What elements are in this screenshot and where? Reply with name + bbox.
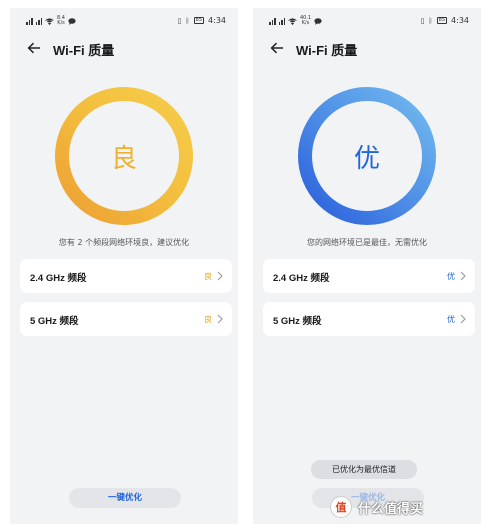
band-row-2g[interactable]: 2.4 GHz 频段 优 [263,259,475,293]
quality-hint: 您的网络环境已是最佳，无需优化 [307,238,427,247]
signal-icon-2 [35,17,42,25]
watermark: 值 什么值得买 [330,494,480,520]
quality-ring: 良 [52,84,196,228]
quality-grade: 优 [353,144,380,174]
band-row-2g[interactable]: 2.4 GHz 频段 良 [20,259,232,293]
band-status: 优 [447,272,455,281]
band-label: 2.4 GHz 频段 [30,273,87,284]
status-bar: 40.1 K/s ▯ ᛒ 85 4:34 [253,8,481,30]
message-icon [68,17,76,25]
status-right: ▯ ᛒ 85 4:34 [421,16,469,25]
network-speed: 40.1 K/s [300,15,312,26]
network-speed: 8.4 K/s [57,15,65,26]
chevron-right-icon [460,314,466,324]
signal-icon [269,17,276,25]
band-status: 良 [204,315,212,324]
bluetooth-icon: ᛒ [428,16,433,25]
quality-ring: 优 [295,84,439,228]
signal-icon-2 [278,17,285,25]
battery-icon: 85 [193,17,205,24]
status-left: 40.1 K/s [269,16,322,26]
screenshot-comparison: 8.4 K/s ▯ ᛒ 85 4:34 Wi-Fi 质量 良 您有 2 个频段网… [0,0,493,532]
quality-grade: 良 [110,144,137,174]
quality-hint: 您有 2 个频段网络环境良，建议优化 [58,238,190,247]
band-label: 5 GHz 频段 [273,316,322,327]
band-status: 良 [204,272,212,281]
vibrate-icon: ▯ [420,16,425,25]
status-time: 4:34 [208,16,226,25]
chevron-right-icon [217,271,223,281]
band-row-5g[interactable]: 5 GHz 频段 良 [20,302,232,336]
band-label: 5 GHz 频段 [30,316,79,327]
watermark-logo: 值 [330,496,352,518]
back-arrow-icon[interactable] [269,40,285,56]
battery-icon: 85 [436,17,448,24]
chevron-right-icon [217,314,223,324]
page-title: Wi-Fi 质量 [53,43,115,58]
bluetooth-icon: ᛒ [185,16,190,25]
title-bar: Wi-Fi 质量 [10,38,238,62]
signal-icon [26,17,33,25]
band-row-5g[interactable]: 5 GHz 频段 优 [263,302,475,336]
phone-screen-excellent: 40.1 K/s ▯ ᛒ 85 4:34 Wi-Fi 质量 优 您的网络环境已是… [253,8,481,524]
wifi-icon [288,17,297,25]
back-arrow-icon[interactable] [26,40,42,56]
optimize-button[interactable]: 一键优化 [69,488,181,508]
page-title: Wi-Fi 质量 [296,43,358,58]
wifi-icon [45,17,54,25]
status-right: ▯ ᛒ 85 4:34 [178,16,226,25]
status-bar: 8.4 K/s ▯ ᛒ 85 4:34 [10,8,238,30]
title-bar: Wi-Fi 质量 [253,38,481,62]
message-icon [314,17,322,25]
band-status: 优 [447,315,455,324]
chevron-right-icon [460,271,466,281]
vibrate-icon: ▯ [177,16,182,25]
status-time: 4:34 [451,16,469,25]
toast-message: 已优化为最优信道 [311,460,417,479]
band-label: 2.4 GHz 频段 [273,273,330,284]
status-left: 8.4 K/s [26,16,76,26]
watermark-text: 什么值得买 [358,502,424,517]
phone-screen-good: 8.4 K/s ▯ ᛒ 85 4:34 Wi-Fi 质量 良 您有 2 个频段网… [10,8,238,524]
